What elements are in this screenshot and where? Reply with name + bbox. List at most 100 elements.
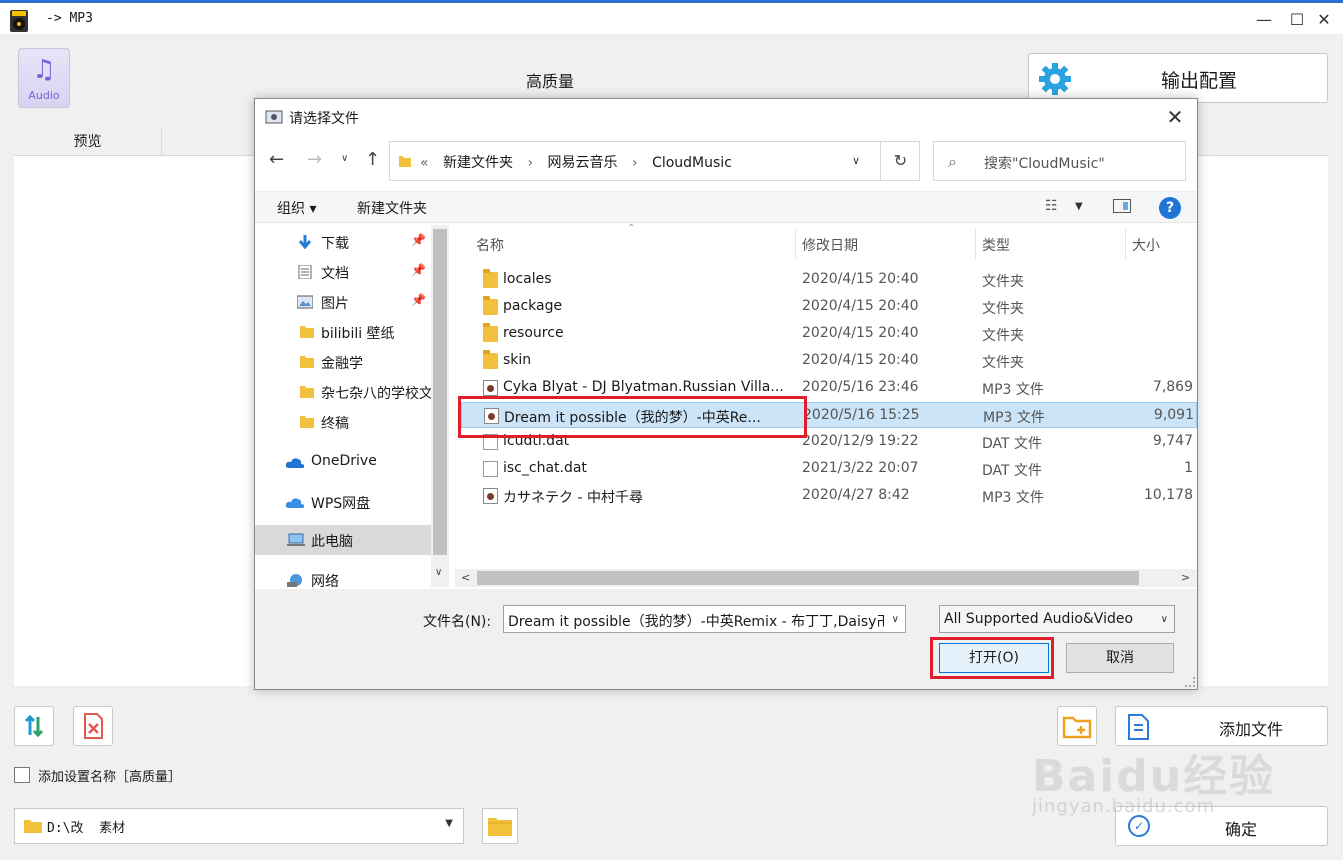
nav-item-network[interactable]: 网络	[255, 565, 431, 587]
baidu-watermark-url: jingyan.baidu.com	[1032, 796, 1216, 817]
file-row[interactable]: package 2020/4/15 20:40 文件夹	[461, 294, 1197, 320]
nav-item-this-pc[interactable]: 此电脑	[255, 525, 431, 555]
nav-item-label: 金融学	[321, 356, 363, 372]
highlight-selected-file	[458, 396, 807, 438]
maximize-icon[interactable]: ☐	[1285, 9, 1309, 31]
nav-item-onedrive[interactable]: OneDrive	[255, 447, 431, 477]
file-row[interactable]: カサネテク - 中村千尋 2020/4/27 8:42 MP3 文件 10,17…	[461, 483, 1197, 509]
refresh-icon[interactable]: ↻	[880, 142, 920, 180]
chevron-down-icon[interactable]: ∨	[852, 154, 860, 167]
nav-item-downloads[interactable]: 下载 📌	[255, 227, 431, 257]
column-divider[interactable]	[975, 229, 976, 259]
nav-item-label: 网络	[311, 574, 339, 587]
file-row[interactable]: skin 2020/4/15 20:40 文件夹	[461, 348, 1197, 374]
sort-button[interactable]	[14, 706, 54, 746]
output-config-label: 输出配置	[1160, 70, 1237, 92]
new-folder-button[interactable]: 新建文件夹	[357, 198, 427, 218]
file-row[interactable]: isc_chat.dat 2021/3/22 20:07 DAT 文件 1	[461, 456, 1197, 482]
sort-ascending-icon: ⌃	[627, 223, 636, 234]
column-header-size[interactable]: 大小	[1132, 235, 1160, 255]
filename-value: Dream it possible（我的梦）-中英Remix - 布丁丁,Dai…	[508, 614, 884, 630]
chevron-down-icon[interactable]: ∨	[892, 614, 899, 625]
file-type: MP3 文件	[983, 410, 1045, 426]
onedrive-cloud-icon	[285, 458, 305, 468]
nav-item-finance[interactable]: 金融学	[255, 347, 431, 377]
forward-arrow-icon[interactable]: →	[307, 149, 322, 170]
nav-item-label: OneDrive	[311, 453, 377, 469]
audio-format-tile[interactable]: ♫ Audio	[18, 48, 70, 108]
output-path-value: D:\改 素材	[47, 821, 126, 836]
breadcrumb-separator[interactable]: ›	[527, 155, 533, 171]
column-divider[interactable]	[1125, 229, 1126, 259]
app-titlebar: -> MP3 — ☐ ✕	[0, 0, 1343, 34]
nav-item-label: 此电脑	[311, 534, 353, 550]
navigation-pane: 下载 📌 文档 📌 图片 📌 bilibili 壁纸 金融学 杂七杂八的学校文 …	[255, 225, 451, 587]
recent-locations-chevron-icon[interactable]: ∨	[341, 153, 348, 164]
close-icon[interactable]: ✕	[1163, 105, 1187, 129]
chevron-down-icon[interactable]: ▼	[1075, 201, 1083, 212]
file-name: locales	[503, 271, 552, 287]
breadcrumb-overflow[interactable]: «	[420, 155, 429, 171]
chevron-down-icon: ∨	[1160, 614, 1168, 625]
preview-pane-icon[interactable]	[1113, 199, 1131, 213]
remove-file-button[interactable]	[73, 706, 113, 746]
output-config-button[interactable]: 输出配置	[1028, 53, 1328, 103]
breadcrumb: « 新建文件夹 › 网易云音乐 › CloudMusic	[420, 152, 742, 172]
browse-folder-button[interactable]	[482, 808, 518, 844]
scrollbar-thumb[interactable]	[477, 571, 1139, 585]
dialog-toolbar: 组织 ▾ 新建文件夹 ☷ ▼ ?	[255, 191, 1197, 223]
file-type: DAT 文件	[982, 463, 1043, 479]
breadcrumb-item[interactable]: CloudMusic	[652, 155, 732, 171]
breadcrumb-separator[interactable]: ›	[632, 155, 638, 171]
column-header-type[interactable]: 类型	[982, 235, 1010, 255]
close-icon[interactable]: ✕	[1312, 9, 1336, 31]
minimize-icon[interactable]: —	[1252, 9, 1276, 31]
nav-item-bilibili[interactable]: bilibili 壁纸	[255, 317, 431, 347]
file-type: MP3 文件	[982, 382, 1044, 398]
view-options-icon[interactable]: ☷	[1045, 198, 1058, 214]
nav-item-final[interactable]: 终稿	[255, 407, 431, 437]
address-bar[interactable]: « 新建文件夹 › 网易云音乐 › CloudMusic ∨ ↻	[389, 141, 920, 181]
up-arrow-icon[interactable]: ↑	[365, 149, 380, 170]
folder-icon	[300, 356, 314, 368]
nav-item-wps[interactable]: WPS网盘	[255, 487, 431, 517]
chevron-right-icon[interactable]: >	[1181, 571, 1190, 584]
nav-item-pictures[interactable]: 图片 📌	[255, 287, 431, 317]
file-list-horizontal-scrollbar[interactable]: < >	[455, 569, 1197, 587]
back-arrow-icon[interactable]: ←	[269, 149, 284, 170]
breadcrumb-item[interactable]: 新建文件夹	[443, 155, 513, 171]
file-name: カサネテク - 中村千尋	[503, 490, 643, 506]
chevron-left-icon[interactable]: <	[461, 571, 470, 584]
scrollbar-thumb[interactable]	[433, 229, 447, 555]
pin-icon: 📌	[411, 263, 426, 277]
output-path-select[interactable]: D:\改 素材 ▼	[14, 808, 464, 844]
tab-preview[interactable]: 预览	[14, 128, 162, 156]
file-row[interactable]: resource 2020/4/15 20:40 文件夹	[461, 321, 1197, 347]
search-input[interactable]: ⌕ 搜索"CloudMusic"	[933, 141, 1186, 181]
folder-icon	[24, 820, 42, 833]
file-size: 9,747	[1152, 433, 1193, 449]
add-setting-name-checkbox[interactable]	[14, 767, 30, 783]
column-header-name[interactable]: 名称	[476, 235, 504, 255]
add-setting-name-label: 添加设置名称［高质量］	[38, 770, 182, 785]
file-type-select[interactable]: All Supported Audio&Video ∨	[939, 605, 1175, 633]
folder-icon	[300, 416, 314, 428]
file-row[interactable]: locales 2020/4/15 20:40 文件夹	[461, 267, 1197, 293]
help-icon[interactable]: ?	[1159, 197, 1181, 219]
filename-input[interactable]: Dream it possible（我的梦）-中英Remix - 布丁丁,Dai…	[503, 605, 906, 633]
nav-pane-scrollbar[interactable]: ∨	[431, 225, 449, 587]
cancel-button[interactable]: 取消	[1066, 643, 1174, 673]
file-size: 10,178	[1144, 487, 1193, 503]
chevron-down-icon: ▼	[445, 818, 453, 829]
add-file-label: 添加文件	[1218, 720, 1283, 739]
organize-menu[interactable]: 组织 ▾	[277, 198, 316, 218]
breadcrumb-item[interactable]: 网易云音乐	[548, 155, 618, 171]
network-icon	[287, 574, 302, 587]
nav-item-school[interactable]: 杂七杂八的学校文	[255, 377, 431, 407]
column-header-date[interactable]: 修改日期	[802, 235, 858, 255]
wps-cloud-icon	[285, 498, 305, 508]
nav-item-documents[interactable]: 文档 📌	[255, 257, 431, 287]
column-divider[interactable]	[795, 229, 796, 259]
resize-grip-icon[interactable]	[1185, 677, 1195, 687]
chevron-down-icon[interactable]: ∨	[435, 567, 442, 578]
